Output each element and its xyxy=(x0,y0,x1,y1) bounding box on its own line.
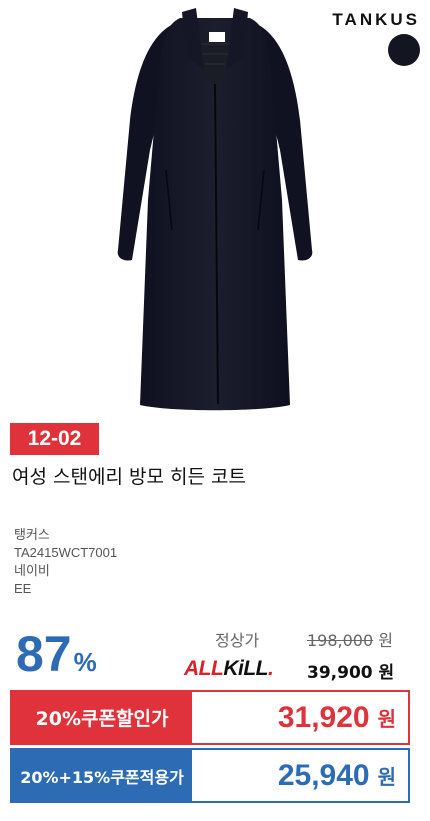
product-meta: 탱커스 TA2415WCT7001 네이비 EE xyxy=(14,526,117,598)
coupon-35-currency: 원 xyxy=(377,767,396,789)
regular-price-currency: 원 xyxy=(378,631,393,650)
coupon-35-box[interactable]: 20%+15%쿠폰적용가 25,940 원 xyxy=(10,748,410,803)
allkill-logo-dot: . xyxy=(267,657,274,680)
coupon-35-price: 25,940 원 xyxy=(192,750,408,801)
allkill-logo-kill: KiLL xyxy=(223,657,268,680)
date-badge: 12-02 xyxy=(10,423,99,455)
brand-name: 탱커스 xyxy=(14,527,50,542)
coupon-20-price: 31,920 원 xyxy=(192,692,408,743)
discount-rate: 87% xyxy=(16,626,97,690)
regular-price-value: 198,000 xyxy=(307,631,374,650)
coupon-20-label: 20%쿠폰할인가 xyxy=(12,692,192,743)
coupon-20-price-value: 31,920 xyxy=(277,700,370,734)
discount-rate-unit: % xyxy=(73,647,97,677)
coupon-35-label: 20%+15%쿠폰적용가 xyxy=(12,750,192,801)
product-image[interactable]: TANKUS xyxy=(0,0,430,420)
product-code: TA2415WCT7001 xyxy=(14,545,118,560)
discount-rate-value: 87 xyxy=(16,626,72,682)
product-color: 네이비 xyxy=(14,563,50,578)
coupon-20-box[interactable]: 20%쿠폰할인가 31,920 원 xyxy=(10,690,410,745)
color-swatch[interactable] xyxy=(388,34,420,66)
product-size: EE xyxy=(14,581,32,596)
coupon-35-price-value: 25,940 xyxy=(277,758,370,792)
coupon-20-currency: 원 xyxy=(377,709,396,731)
allkill-logo-all: ALL xyxy=(184,657,224,680)
allkill-logo: ALLKiLL. xyxy=(184,657,274,681)
coat-illustration xyxy=(117,8,313,411)
regular-price-label: 정상가 xyxy=(215,631,260,650)
product-title[interactable]: 여성 스탠에리 방모 히든 코트 xyxy=(12,462,246,489)
brand-logo: TANKUS xyxy=(332,10,420,29)
regular-price: 198,000 원 xyxy=(307,627,393,651)
sale-price: 39,900 원 xyxy=(307,663,395,683)
